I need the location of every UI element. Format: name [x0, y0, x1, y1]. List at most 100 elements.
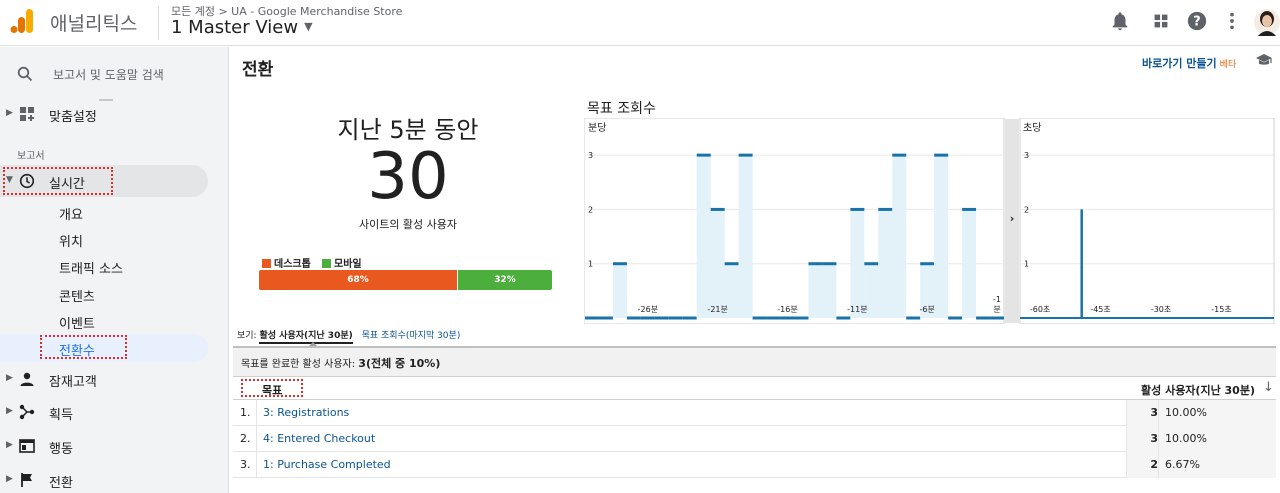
- minute-bar-cap: [892, 153, 907, 157]
- minute-bar-cap: [682, 316, 697, 320]
- mobile-segment: 32%: [458, 270, 552, 290]
- notifications-icon[interactable]: [1109, 10, 1131, 32]
- col-users-header[interactable]: 활성 사용자(지난 30분): [1141, 382, 1255, 398]
- more-vert-icon[interactable]: [1221, 10, 1243, 32]
- table-row: 2. 4: Entered Checkout 3 10.00%: [233, 426, 1276, 452]
- legend-mobile: 모바일: [322, 255, 362, 270]
- minute-bar-cap: [906, 316, 921, 320]
- create-shortcut-link[interactable]: 바로가기 만들기 베타: [1142, 55, 1236, 71]
- desktop-percent: 68%: [347, 275, 369, 285]
- sidebar-item-behavior[interactable]: ▶ 행동: [0, 433, 228, 459]
- minute-bar-cap: [836, 316, 851, 320]
- sidebar-search[interactable]: 보고서 및 도움말 검색: [0, 47, 228, 99]
- beta-badge: 베타: [1219, 60, 1237, 70]
- desktop-segment: 68%: [259, 270, 457, 290]
- apps-grid-icon[interactable]: [1150, 10, 1172, 32]
- mobile-swatch: [322, 259, 331, 268]
- minute-bar-cap: [962, 207, 977, 211]
- cell-divider: [1126, 452, 1127, 478]
- avatar[interactable]: [1254, 8, 1280, 36]
- y-tick-label: 1: [1024, 260, 1029, 269]
- sidebar: 보고서 및 도움말 검색 ▶ 맞춤설정 보고서 ▼ 실시간 개요 위치 트래픽 …: [0, 47, 229, 493]
- minute-bar: [822, 263, 837, 318]
- cell-divider: [256, 426, 257, 452]
- sidebar-item-label: 잠재고객: [49, 375, 97, 390]
- analytics-logo-icon[interactable]: [10, 8, 34, 34]
- minute-bar: [934, 155, 949, 318]
- x-tick-label: -26분: [638, 305, 658, 314]
- caret-down-icon: ▼: [304, 20, 313, 33]
- minute-bar-cap: [668, 316, 683, 320]
- expand-arrow-icon: ▶: [6, 406, 13, 416]
- view-option-active-users[interactable]: 활성 사용자(지난 30분): [259, 331, 353, 344]
- y-tick-label: 2: [1024, 205, 1029, 214]
- graduation-cap-icon[interactable]: [1255, 52, 1273, 68]
- goal-link[interactable]: 3: Registrations: [263, 406, 349, 419]
- x-tick-label: -11분: [847, 305, 867, 314]
- table-header: 목표 활성 사용자(지난 30분) ↓: [233, 376, 1276, 400]
- mobile-percent: 32%: [494, 275, 516, 285]
- sidebar-subitem-traffic-sources[interactable]: 트래픽 소스: [59, 258, 123, 277]
- minute-bar: [808, 263, 823, 318]
- minute-bar: [962, 209, 977, 318]
- minute-bar-cap: [878, 207, 893, 211]
- minute-bar-cap: [822, 262, 837, 266]
- view-option-goal-views[interactable]: 목표 조회수(마지막 30분): [362, 331, 461, 341]
- row-percent: 10.00%: [1165, 406, 1207, 419]
- sidebar-subitem-locations[interactable]: 위치: [59, 231, 83, 250]
- sidebar-item-customization[interactable]: ▶ 맞춤설정: [0, 101, 228, 127]
- sidebar-item-label: 전환: [49, 476, 73, 491]
- sidebar-subitem-overview[interactable]: 개요: [59, 204, 83, 223]
- sidebar-subitem-content[interactable]: 콘텐츠: [59, 286, 95, 305]
- minute-bar-cap: [626, 316, 641, 320]
- sidebar-item-label: 획득: [49, 408, 73, 423]
- annotation-box-goal: [241, 379, 303, 397]
- minute-bar-cap: [640, 316, 655, 320]
- minute-bar: [878, 209, 893, 318]
- minute-bar-cap: [585, 316, 599, 320]
- sort-desc-icon[interactable]: ↓: [1263, 380, 1274, 395]
- view-name: 1 Master View: [171, 17, 299, 38]
- active-users-label: 사이트의 활성 사용자: [358, 218, 458, 231]
- app-name: 애널리틱스: [50, 13, 138, 35]
- x-tick-label: -1: [993, 295, 1001, 304]
- cell-divider: [1158, 400, 1159, 426]
- y-tick-label: 1: [588, 260, 593, 269]
- goal-link[interactable]: 4: Entered Checkout: [263, 432, 375, 445]
- view-label: 보기:: [237, 331, 257, 341]
- person-icon: [20, 372, 34, 386]
- x-tick-label: -16분: [777, 305, 797, 314]
- search-placeholder: 보고서 및 도움말 검색: [53, 68, 164, 82]
- sidebar-item-conversions[interactable]: ▶ 전환: [0, 467, 228, 493]
- row-percent: 6.67%: [1165, 458, 1200, 471]
- second-panel-frame: [1019, 118, 1275, 324]
- cell-divider: [1158, 426, 1159, 452]
- minute-bar-cap: [794, 316, 809, 320]
- goal-link[interactable]: 1: Purchase Completed: [263, 458, 391, 471]
- cell-divider: [1158, 452, 1159, 478]
- acquisition-icon: [19, 404, 35, 420]
- minute-bar: [850, 209, 865, 318]
- row-index: 1.: [240, 406, 251, 419]
- annotation-box-realtime: [3, 167, 113, 195]
- minute-bar-cap: [738, 153, 753, 157]
- minute-bar-cap: [710, 207, 725, 211]
- sidebar-subitem-events[interactable]: 이벤트: [59, 313, 95, 332]
- minute-bar-cap: [752, 316, 767, 320]
- minute-bar-cap: [948, 316, 963, 320]
- x-tick-label: -45초: [1090, 305, 1110, 314]
- minute-bar-cap: [724, 262, 739, 266]
- chart-title: 목표 조회수: [587, 101, 656, 117]
- top-bar: 애널리틱스 모든 계정 > UA - Google Merchandise St…: [0, 0, 1280, 46]
- view-selector[interactable]: 1 Master View ▼: [171, 17, 313, 38]
- sidebar-item-audience[interactable]: ▶ 잠재고객: [0, 366, 228, 392]
- minute-bar-cap: [920, 262, 935, 266]
- x-tick-label: -30초: [1151, 305, 1171, 314]
- minute-bar-cap: [696, 153, 711, 157]
- chevron-right-icon: ›: [1010, 212, 1015, 225]
- sidebar-item-acquisition[interactable]: ▶ 획득: [0, 399, 228, 425]
- y-tick-label: 2: [588, 205, 593, 214]
- help-icon[interactable]: ?: [1186, 10, 1208, 32]
- page-title: 전환: [242, 60, 274, 80]
- second-panel-label: 초당: [1023, 122, 1041, 134]
